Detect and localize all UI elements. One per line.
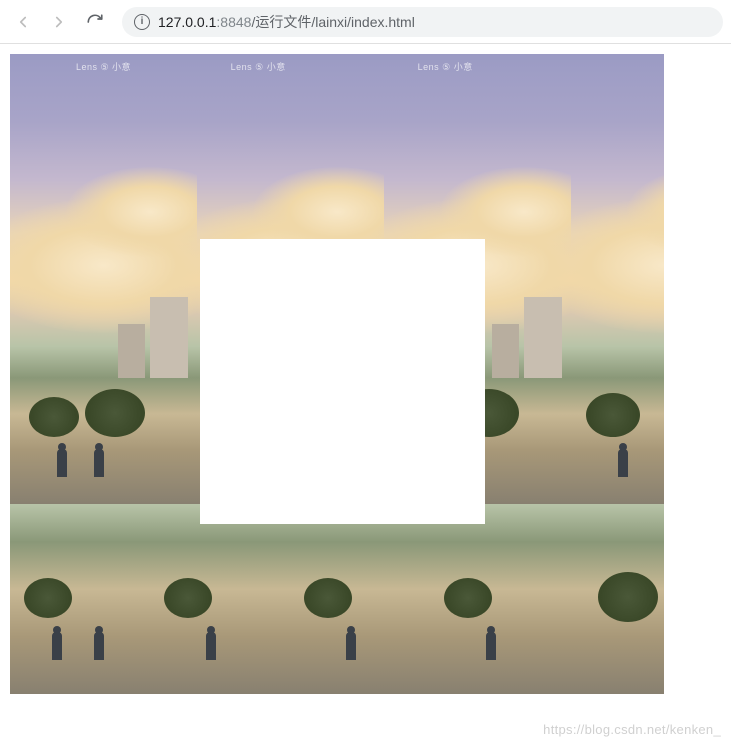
bg-tile — [150, 504, 290, 694]
bg-tile — [571, 54, 664, 504]
reload-button[interactable] — [80, 7, 110, 37]
center-white-box — [200, 239, 485, 524]
back-button[interactable] — [8, 7, 38, 37]
image-watermark: Lens ⑤ 小意 — [76, 60, 131, 73]
bg-tile — [430, 504, 570, 694]
bg-tile — [570, 504, 664, 694]
image-watermark: Lens ⑤ 小意 — [418, 60, 473, 73]
bg-tile — [10, 504, 150, 694]
bg-tile: Lens ⑤ 小意 — [10, 54, 197, 504]
address-bar[interactable]: i 127.0.0.1:8848/运行文件/lainxi/index.html — [122, 7, 723, 37]
forward-button[interactable] — [44, 7, 74, 37]
image-watermark: Lens ⑤ 小意 — [231, 60, 286, 73]
bg-tile — [290, 504, 430, 694]
browser-toolbar: i 127.0.0.1:8848/运行文件/lainxi/index.html — [0, 0, 731, 44]
url-text: 127.0.0.1:8848/运行文件/lainxi/index.html — [158, 12, 415, 32]
url-host: 127.0.0.1 — [158, 14, 216, 30]
footer-watermark: https://blog.csdn.net/kenken_ — [543, 722, 721, 737]
page-viewport: Lens ⑤ 小意 Lens ⑤ 小意 Lens ⑤ 小意 — [0, 44, 731, 741]
url-port: :8848 — [216, 14, 251, 30]
background-tiled-image: Lens ⑤ 小意 Lens ⑤ 小意 Lens ⑤ 小意 — [10, 54, 664, 694]
url-path: /运行文件/lainxi/index.html — [251, 14, 414, 30]
site-info-icon[interactable]: i — [134, 14, 150, 30]
